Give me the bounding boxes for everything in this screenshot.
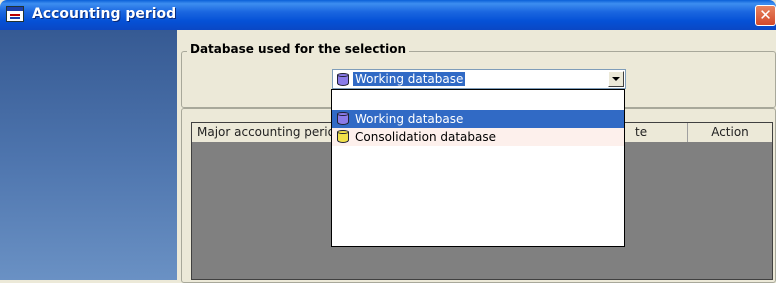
option-label: Working database [355, 112, 464, 126]
left-side-panel [0, 30, 177, 280]
application-window-icon [6, 6, 24, 22]
dropdown-arrow-button[interactable] [608, 71, 624, 87]
dropdown-option-working-database[interactable]: Working database [332, 110, 624, 128]
column-header-action[interactable]: Action [688, 123, 772, 142]
database-blue-icon [337, 73, 349, 86]
database-blue-icon [337, 112, 349, 125]
window-title: Accounting period [32, 6, 177, 22]
window-titlebar[interactable]: Accounting period ✕ [0, 0, 776, 30]
database-select-combobox[interactable]: Working database [332, 69, 626, 89]
combobox-selected-value: Working database [353, 72, 466, 86]
column-header-major-period[interactable]: Major accounting period [192, 123, 335, 142]
database-dropdown-list[interactable]: Working database Consolidation database [331, 89, 625, 247]
database-selection-label: Database used for the selection [187, 42, 410, 56]
close-button[interactable]: ✕ [755, 5, 776, 26]
dropdown-option-consolidation-database[interactable]: Consolidation database [332, 128, 624, 146]
database-yellow-icon [337, 130, 349, 143]
option-label: Consolidation database [355, 130, 496, 144]
